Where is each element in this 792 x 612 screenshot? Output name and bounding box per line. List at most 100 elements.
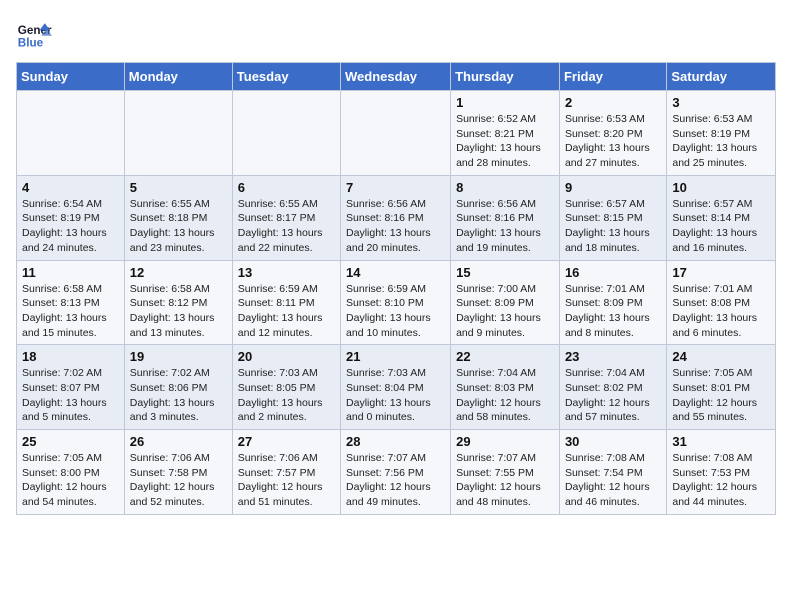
calendar-cell: 1 Sunrise: 6:52 AM Sunset: 8:21 PM Daylig… [451, 91, 560, 176]
day-detail: Sunrise: 7:07 AM Sunset: 7:55 PM Dayligh… [456, 451, 554, 510]
day-number: 8 [456, 180, 554, 195]
day-number: 21 [346, 349, 445, 364]
calendar-cell: 8 Sunrise: 6:56 AM Sunset: 8:16 PM Daylig… [451, 175, 560, 260]
calendar-cell: 25Sunrise: 7:05 AM Sunset: 8:00 PM Dayli… [17, 430, 125, 515]
day-detail: Sunrise: 6:52 AM Sunset: 8:21 PM Dayligh… [456, 112, 554, 171]
day-number: 14 [346, 265, 445, 280]
calendar-cell: 31 Sunrise: 7:08 AM Sunset: 7:53 PM Dayli… [667, 430, 776, 515]
day-detail: Sunrise: 6:55 AM Sunset: 8:18 PM Dayligh… [130, 197, 227, 256]
day-number: 11 [22, 265, 119, 280]
day-detail: Sunrise: 7:07 AM Sunset: 7:56 PM Dayligh… [346, 451, 445, 510]
day-number: 5 [130, 180, 227, 195]
day-detail: Sunrise: 6:55 AM Sunset: 8:17 PM Dayligh… [238, 197, 335, 256]
day-number: 10 [672, 180, 770, 195]
day-number: 4 [22, 180, 119, 195]
calendar-table: SundayMondayTuesdayWednesdayThursdayFrid… [16, 62, 776, 515]
calendar-cell: 2 Sunrise: 6:53 AM Sunset: 8:20 PM Daylig… [559, 91, 666, 176]
day-detail: Sunrise: 6:58 AM Sunset: 8:12 PM Dayligh… [130, 282, 227, 341]
calendar-cell: 13Sunrise: 6:59 AM Sunset: 8:11 PM Dayli… [232, 260, 340, 345]
day-detail: Sunrise: 7:03 AM Sunset: 8:05 PM Dayligh… [238, 366, 335, 425]
calendar-cell: 19 Sunrise: 7:02 AM Sunset: 8:06 PM Dayli… [124, 345, 232, 430]
weekday-header: Friday [559, 63, 666, 91]
day-detail: Sunrise: 7:06 AM Sunset: 7:58 PM Dayligh… [130, 451, 227, 510]
day-number: 29 [456, 434, 554, 449]
calendar-cell: 21 Sunrise: 7:03 AM Sunset: 8:04 PM Dayli… [341, 345, 451, 430]
calendar-cell: 30 Sunrise: 7:08 AM Sunset: 7:54 PM Dayli… [559, 430, 666, 515]
calendar-cell: 17 Sunrise: 7:01 AM Sunset: 8:08 PM Dayli… [667, 260, 776, 345]
day-detail: Sunrise: 6:53 AM Sunset: 8:20 PM Dayligh… [565, 112, 661, 171]
day-detail: Sunrise: 6:53 AM Sunset: 8:19 PM Dayligh… [672, 112, 770, 171]
calendar-cell: 4Sunrise: 6:54 AM Sunset: 8:19 PM Daylig… [17, 175, 125, 260]
calendar-cell: 9 Sunrise: 6:57 AM Sunset: 8:15 PM Daylig… [559, 175, 666, 260]
page-header: General Blue [16, 16, 776, 52]
day-detail: Sunrise: 7:06 AM Sunset: 7:57 PM Dayligh… [238, 451, 335, 510]
calendar-cell: 18 Sunrise: 7:02 AM Sunset: 8:07 PM Dayli… [17, 345, 125, 430]
day-number: 22 [456, 349, 554, 364]
calendar-cell: 16 Sunrise: 7:01 AM Sunset: 8:09 PM Dayli… [559, 260, 666, 345]
calendar-cell: 28 Sunrise: 7:07 AM Sunset: 7:56 PM Dayli… [341, 430, 451, 515]
calendar-cell: 3 Sunrise: 6:53 AM Sunset: 8:19 PM Daylig… [667, 91, 776, 176]
calendar-cell: 20 Sunrise: 7:03 AM Sunset: 8:05 PM Dayli… [232, 345, 340, 430]
day-number: 9 [565, 180, 661, 195]
day-number: 30 [565, 434, 661, 449]
calendar-cell [124, 91, 232, 176]
calendar-cell: 27 Sunrise: 7:06 AM Sunset: 7:57 PM Dayli… [232, 430, 340, 515]
calendar-cell: 5 Sunrise: 6:55 AM Sunset: 8:18 PM Daylig… [124, 175, 232, 260]
day-number: 6 [238, 180, 335, 195]
weekday-header: Thursday [451, 63, 560, 91]
calendar-cell: 15Sunrise: 7:00 AM Sunset: 8:09 PM Dayli… [451, 260, 560, 345]
day-detail: Sunrise: 7:01 AM Sunset: 8:08 PM Dayligh… [672, 282, 770, 341]
calendar-cell: 7Sunrise: 6:56 AM Sunset: 8:16 PM Daylig… [341, 175, 451, 260]
day-detail: Sunrise: 7:05 AM Sunset: 8:00 PM Dayligh… [22, 451, 119, 510]
day-detail: Sunrise: 7:02 AM Sunset: 8:06 PM Dayligh… [130, 366, 227, 425]
day-detail: Sunrise: 7:01 AM Sunset: 8:09 PM Dayligh… [565, 282, 661, 341]
calendar-cell: 24Sunrise: 7:05 AM Sunset: 8:01 PM Dayli… [667, 345, 776, 430]
day-number: 26 [130, 434, 227, 449]
day-detail: Sunrise: 6:56 AM Sunset: 8:16 PM Dayligh… [456, 197, 554, 256]
day-number: 27 [238, 434, 335, 449]
day-detail: Sunrise: 7:03 AM Sunset: 8:04 PM Dayligh… [346, 366, 445, 425]
svg-text:Blue: Blue [18, 37, 44, 50]
day-number: 28 [346, 434, 445, 449]
weekday-header: Tuesday [232, 63, 340, 91]
calendar-cell: 10 Sunrise: 6:57 AM Sunset: 8:14 PM Dayli… [667, 175, 776, 260]
calendar-cell: 14 Sunrise: 6:59 AM Sunset: 8:10 PM Dayli… [341, 260, 451, 345]
day-number: 17 [672, 265, 770, 280]
day-number: 19 [130, 349, 227, 364]
day-detail: Sunrise: 7:08 AM Sunset: 7:53 PM Dayligh… [672, 451, 770, 510]
day-number: 18 [22, 349, 119, 364]
day-detail: Sunrise: 7:04 AM Sunset: 8:02 PM Dayligh… [565, 366, 661, 425]
day-number: 13 [238, 265, 335, 280]
calendar-cell: 26 Sunrise: 7:06 AM Sunset: 7:58 PM Dayli… [124, 430, 232, 515]
weekday-header: Sunday [17, 63, 125, 91]
calendar-cell: 22 Sunrise: 7:04 AM Sunset: 8:03 PM Dayli… [451, 345, 560, 430]
day-detail: Sunrise: 6:58 AM Sunset: 8:13 PM Dayligh… [22, 282, 119, 341]
day-detail: Sunrise: 6:59 AM Sunset: 8:10 PM Dayligh… [346, 282, 445, 341]
weekday-header: Wednesday [341, 63, 451, 91]
weekday-header: Monday [124, 63, 232, 91]
logo: General Blue [16, 16, 52, 52]
weekday-header: Saturday [667, 63, 776, 91]
calendar-cell [17, 91, 125, 176]
day-detail: Sunrise: 7:02 AM Sunset: 8:07 PM Dayligh… [22, 366, 119, 425]
day-number: 1 [456, 95, 554, 110]
day-number: 31 [672, 434, 770, 449]
calendar-cell [232, 91, 340, 176]
calendar-cell [341, 91, 451, 176]
calendar-cell: 23 Sunrise: 7:04 AM Sunset: 8:02 PM Dayli… [559, 345, 666, 430]
day-detail: Sunrise: 7:04 AM Sunset: 8:03 PM Dayligh… [456, 366, 554, 425]
day-detail: Sunrise: 6:57 AM Sunset: 8:15 PM Dayligh… [565, 197, 661, 256]
calendar-cell: 6 Sunrise: 6:55 AM Sunset: 8:17 PM Daylig… [232, 175, 340, 260]
day-number: 20 [238, 349, 335, 364]
calendar-header: SundayMondayTuesdayWednesdayThursdayFrid… [17, 63, 776, 91]
day-number: 16 [565, 265, 661, 280]
calendar-cell: 11 Sunrise: 6:58 AM Sunset: 8:13 PM Dayli… [17, 260, 125, 345]
day-number: 7 [346, 180, 445, 195]
day-number: 23 [565, 349, 661, 364]
logo-icon: General Blue [16, 16, 52, 52]
day-detail: Sunrise: 7:08 AM Sunset: 7:54 PM Dayligh… [565, 451, 661, 510]
day-detail: Sunrise: 7:00 AM Sunset: 8:09 PM Dayligh… [456, 282, 554, 341]
day-number: 2 [565, 95, 661, 110]
day-number: 3 [672, 95, 770, 110]
day-detail: Sunrise: 6:57 AM Sunset: 8:14 PM Dayligh… [672, 197, 770, 256]
